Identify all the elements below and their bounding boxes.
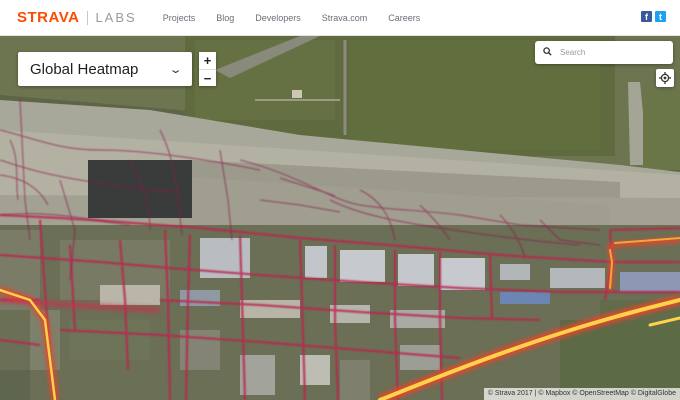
facebook-icon[interactable]: f bbox=[641, 11, 652, 22]
brand-divider bbox=[87, 10, 89, 25]
zoom-in-button[interactable]: + bbox=[199, 52, 216, 69]
nav-blog[interactable]: Blog bbox=[216, 0, 234, 36]
locate-icon bbox=[659, 72, 671, 84]
brand-sub: LABS bbox=[95, 10, 137, 25]
social-links: f t bbox=[641, 11, 666, 22]
nav-careers[interactable]: Careers bbox=[388, 0, 420, 36]
map-canvas[interactable] bbox=[0, 36, 680, 400]
brand-name: STRAVA bbox=[17, 9, 80, 26]
satellite-map bbox=[0, 36, 680, 400]
heatmap-layer-label: Global Heatmap bbox=[30, 60, 139, 78]
main-nav: Projects Blog Developers Strava.com Care… bbox=[163, 0, 442, 36]
map-attribution[interactable]: © Strava 2017 | © Mapbox © OpenStreetMap… bbox=[483, 388, 680, 400]
search-icon bbox=[543, 47, 552, 58]
search-input[interactable] bbox=[560, 48, 660, 57]
locate-button[interactable] bbox=[656, 69, 674, 87]
heatmap-layer-select[interactable]: Global Heatmap ⌄ bbox=[18, 52, 192, 86]
zoom-control: + − bbox=[199, 52, 216, 86]
nav-strava-com[interactable]: Strava.com bbox=[322, 0, 368, 36]
nav-projects[interactable]: Projects bbox=[163, 0, 196, 36]
search-box bbox=[535, 41, 673, 64]
brand-logo[interactable]: STRAVA LABS bbox=[17, 0, 137, 36]
chevron-down-icon: ⌄ bbox=[168, 63, 183, 76]
twitter-icon[interactable]: t bbox=[655, 11, 666, 22]
top-bar: STRAVA LABS Projects Blog Developers Str… bbox=[0, 0, 680, 36]
zoom-out-button[interactable]: − bbox=[199, 69, 216, 86]
nav-developers[interactable]: Developers bbox=[255, 0, 301, 36]
